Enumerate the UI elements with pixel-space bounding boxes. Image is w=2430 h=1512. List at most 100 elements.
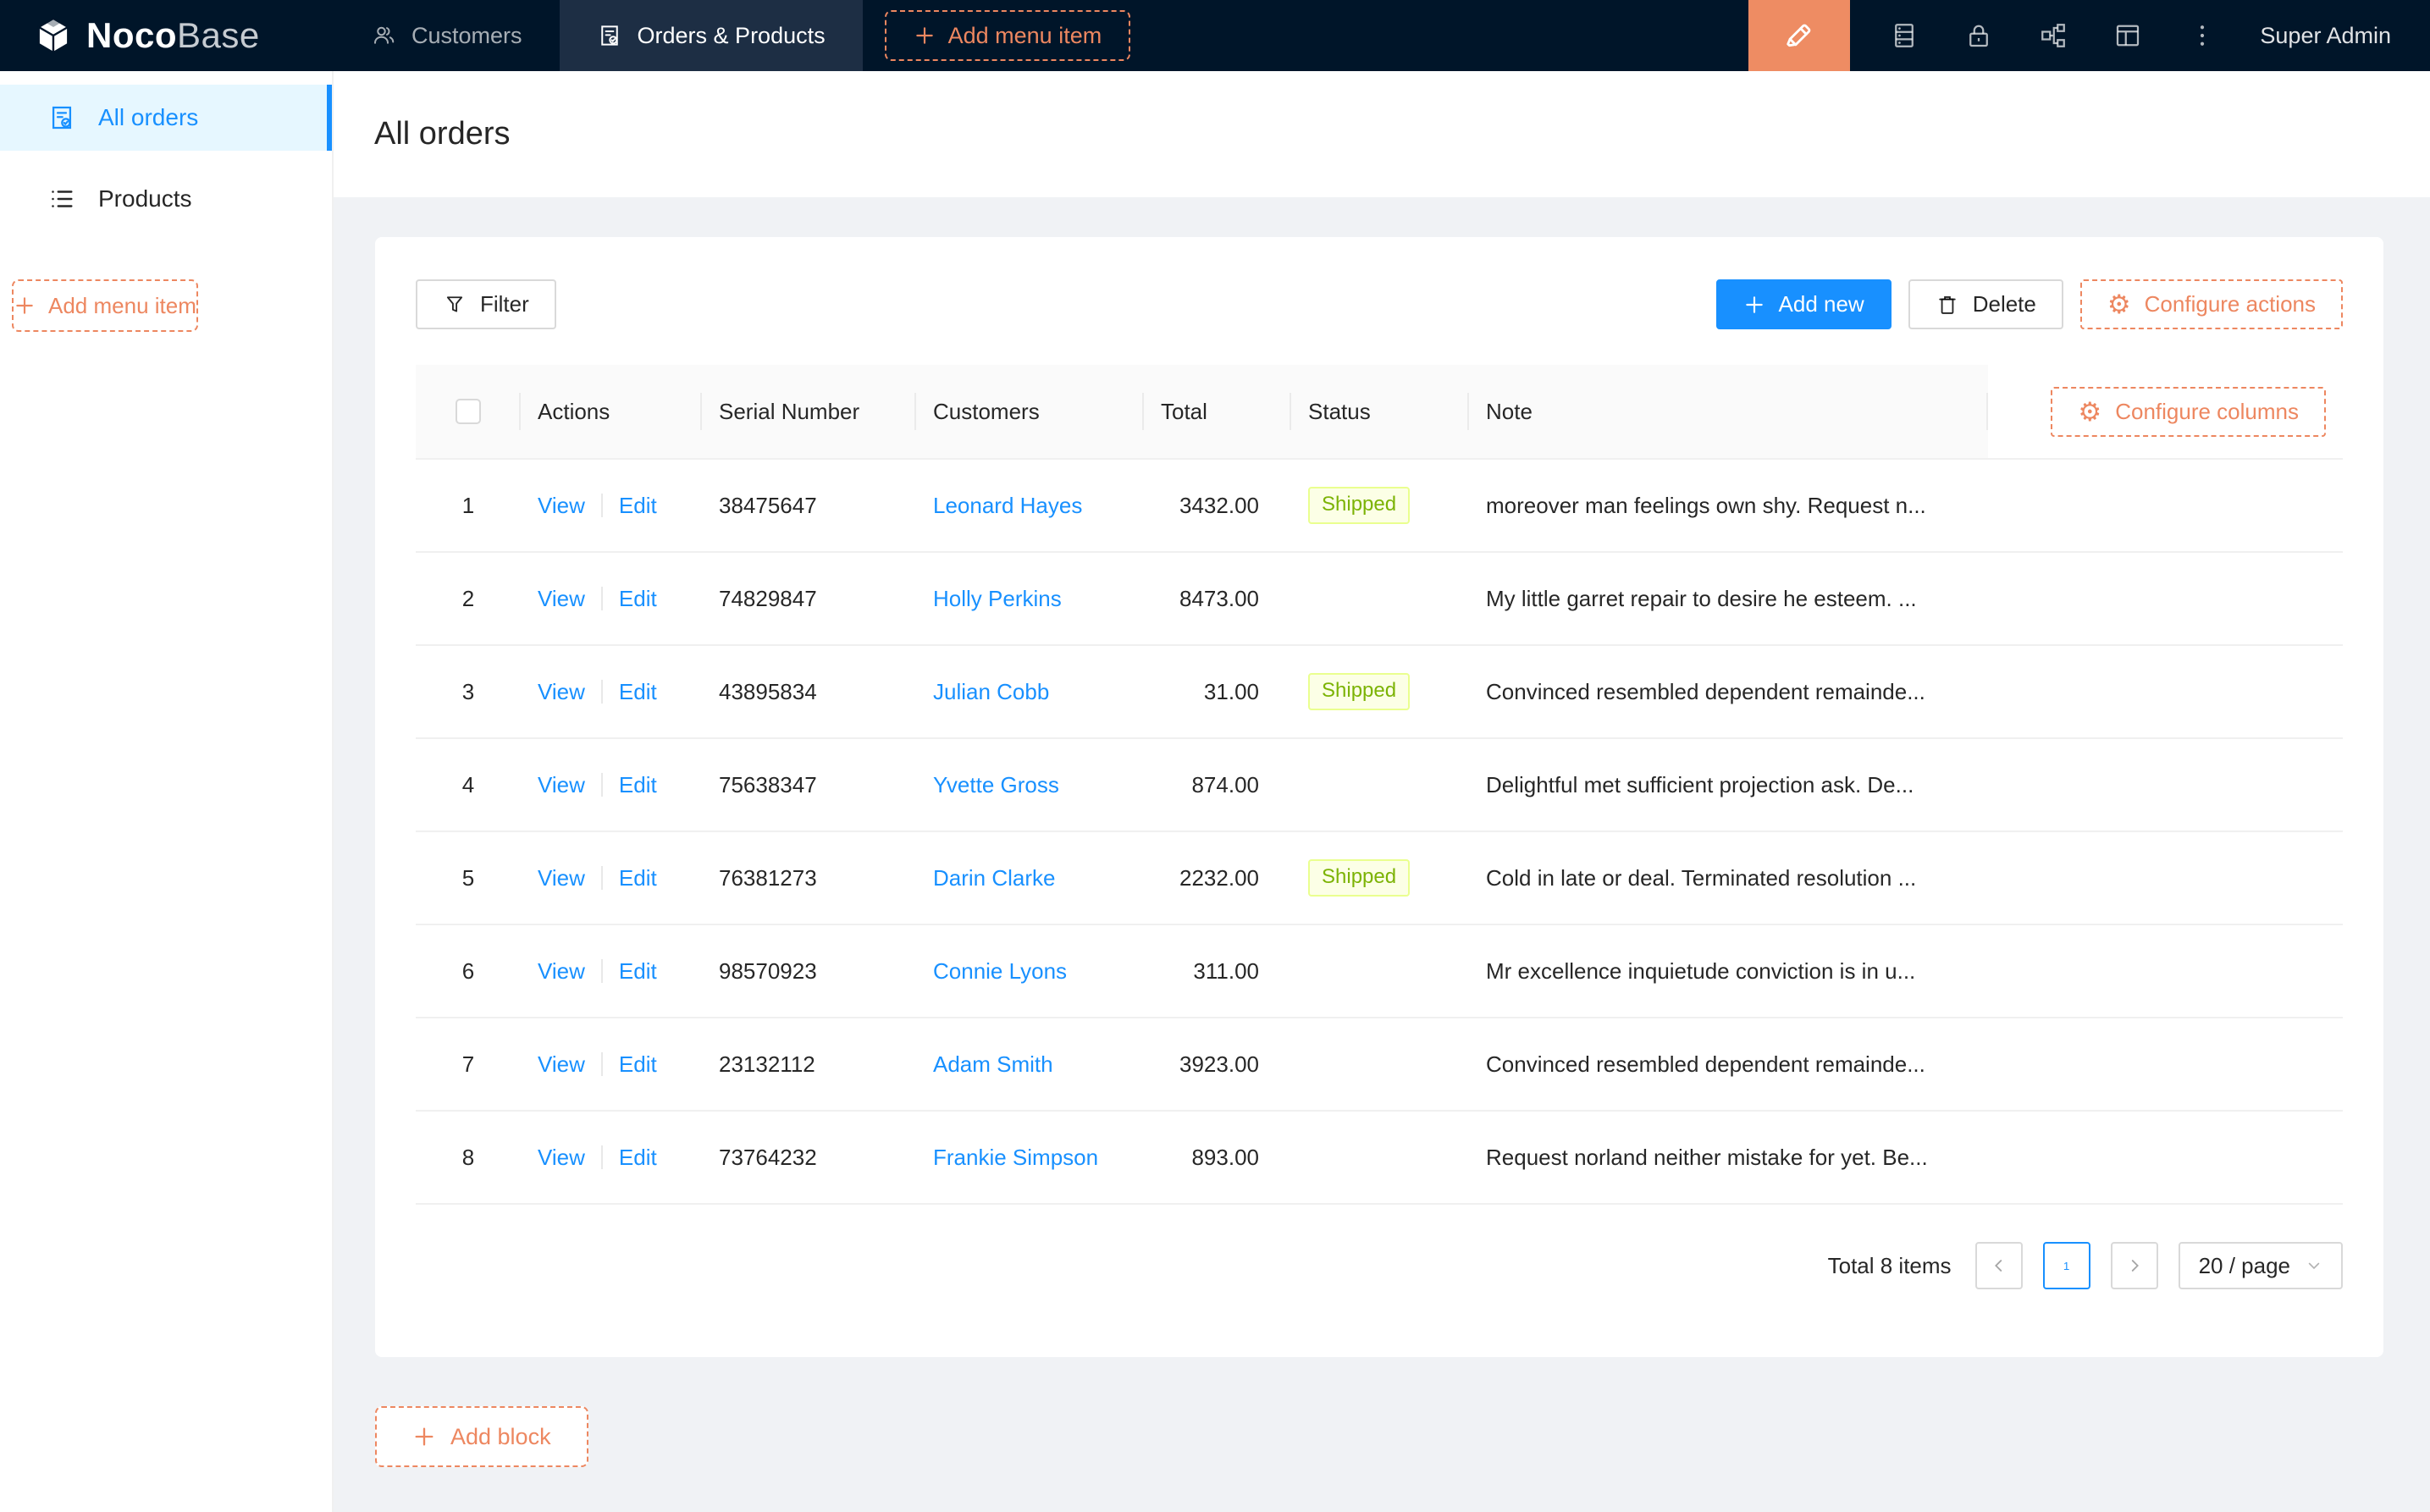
table-row: 8 View Edit 73764232 Frankie Simpson 893…	[416, 1112, 2343, 1205]
row-index: 2	[416, 586, 521, 612]
add-menu-item-sidebar-button[interactable]: Add menu item	[12, 279, 198, 332]
customer-link[interactable]: Holly Perkins	[933, 586, 1062, 611]
tab-orders-products[interactable]: Orders & Products	[560, 0, 863, 71]
chevron-left-icon	[1990, 1256, 2008, 1275]
table-row: 7 View Edit 23132112 Adam Smith 3923.00 …	[416, 1018, 2343, 1112]
plus-icon	[412, 1425, 436, 1449]
header-cell-configure: ⚙ Configure columns	[1988, 365, 2343, 458]
partition-icon[interactable]	[2038, 20, 2068, 51]
view-link[interactable]: View	[538, 772, 585, 798]
database-icon[interactable]	[1889, 20, 1919, 51]
edit-link[interactable]: Edit	[619, 865, 657, 891]
page-header: All orders	[334, 71, 2430, 197]
sidebar-item-label: Products	[98, 185, 192, 212]
brand-name: NocoBase	[86, 15, 260, 56]
header-cell-total: Total	[1144, 365, 1291, 458]
plus-icon	[914, 25, 936, 47]
configure-columns-button[interactable]: ⚙ Configure columns	[2051, 387, 2326, 437]
total-cell: 2232.00	[1144, 865, 1291, 891]
edit-link[interactable]: Edit	[619, 1145, 657, 1171]
row-index: 3	[416, 679, 521, 705]
brand-logo[interactable]: NocoBase	[0, 15, 334, 56]
main-area: All orders Filter	[334, 71, 2430, 1512]
pagination: Total 8 items 1 20 / page	[416, 1242, 2343, 1289]
add-menu-item-top-button[interactable]: Add menu item	[885, 10, 1131, 61]
serial-number-cell: 98570923	[702, 958, 916, 985]
filter-icon	[443, 293, 467, 317]
row-actions: View Edit	[521, 865, 702, 891]
tool-icons	[1850, 20, 2243, 51]
edit-link[interactable]: Edit	[619, 958, 657, 985]
cube-logo-icon	[34, 16, 73, 55]
select-all-checkbox[interactable]	[456, 399, 481, 424]
row-actions: View Edit	[521, 958, 702, 985]
action-divider	[601, 1145, 603, 1169]
sidebar-item-products[interactable]: Products	[0, 166, 332, 232]
note-cell: Delightful met sufficient projection ask…	[1469, 772, 1988, 798]
customer-link[interactable]: Frankie Simpson	[933, 1145, 1098, 1170]
view-link[interactable]: View	[538, 865, 585, 891]
total-cell: 31.00	[1144, 679, 1291, 705]
table-toolbar: Filter Add new	[416, 279, 2343, 329]
view-link[interactable]: View	[538, 1051, 585, 1078]
lock-icon[interactable]	[1963, 20, 1994, 51]
page-number-button[interactable]: 1	[2043, 1242, 2090, 1289]
serial-number-cell: 43895834	[702, 679, 916, 705]
row-index: 7	[416, 1051, 521, 1078]
table-row: 5 View Edit 76381273 Darin Clarke 2232.0…	[416, 832, 2343, 925]
edit-link[interactable]: Edit	[619, 772, 657, 798]
serial-number-cell: 23132112	[702, 1051, 916, 1078]
table-block: Filter Add new	[375, 237, 2383, 1357]
delete-button[interactable]: Delete	[1908, 279, 2063, 329]
add-new-button[interactable]: Add new	[1716, 279, 1892, 329]
edit-link[interactable]: Edit	[619, 493, 657, 519]
edit-link[interactable]: Edit	[619, 586, 657, 612]
customer-link[interactable]: Leonard Hayes	[933, 493, 1082, 518]
customer-link[interactable]: Darin Clarke	[933, 865, 1056, 891]
edit-link[interactable]: Edit	[619, 679, 657, 705]
sidebar-item-label: All orders	[98, 104, 198, 131]
customer-link[interactable]: Adam Smith	[933, 1051, 1053, 1077]
page-size-select[interactable]: 20 / page	[2179, 1242, 2343, 1289]
ui-editor-button[interactable]	[1748, 0, 1850, 71]
table-header-row: Actions Serial Number Customers Total St…	[416, 365, 2343, 460]
action-divider	[601, 959, 603, 983]
row-index: 1	[416, 493, 521, 519]
view-link[interactable]: View	[538, 679, 585, 705]
trash-icon	[1936, 293, 1959, 317]
next-page-button[interactable]	[2111, 1242, 2158, 1289]
sidebar-item-all-orders[interactable]: All orders	[0, 85, 332, 151]
edit-link[interactable]: Edit	[619, 1051, 657, 1078]
page-content: Filter Add new	[334, 197, 2430, 1512]
row-actions: View Edit	[521, 772, 702, 798]
list-icon	[47, 185, 76, 213]
view-link[interactable]: View	[538, 1145, 585, 1171]
ellipsis-icon[interactable]	[2187, 20, 2217, 51]
view-link[interactable]: View	[538, 958, 585, 985]
customer-link[interactable]: Yvette Gross	[933, 772, 1059, 797]
filter-button[interactable]: Filter	[416, 279, 556, 329]
row-actions: View Edit	[521, 586, 702, 612]
configure-actions-button[interactable]: ⚙ Configure actions	[2080, 279, 2343, 329]
user-menu[interactable]: Super Admin	[2243, 23, 2430, 49]
note-cell: My little garret repair to desire he est…	[1469, 586, 1988, 612]
layout-icon[interactable]	[2112, 20, 2143, 51]
action-divider	[601, 587, 603, 610]
tab-customers[interactable]: Customers	[334, 0, 560, 71]
customer-link[interactable]: Julian Cobb	[933, 679, 1049, 704]
header-cell-customers: Customers	[916, 365, 1144, 458]
action-divider	[601, 773, 603, 797]
row-index: 8	[416, 1145, 521, 1171]
view-link[interactable]: View	[538, 493, 585, 519]
previous-page-button[interactable]	[1975, 1242, 2023, 1289]
add-block-button[interactable]: Add block	[375, 1406, 588, 1467]
total-cell: 311.00	[1144, 958, 1291, 985]
action-divider	[601, 494, 603, 517]
customer-link[interactable]: Connie Lyons	[933, 958, 1067, 984]
header-cell-actions: Actions	[521, 365, 702, 458]
status-tag: Shipped	[1308, 859, 1410, 897]
pagination-total: Total 8 items	[1828, 1253, 1952, 1279]
note-cell: Convinced resembled dependent remainde..…	[1469, 1051, 1988, 1078]
serial-number-cell: 73764232	[702, 1145, 916, 1171]
view-link[interactable]: View	[538, 586, 585, 612]
